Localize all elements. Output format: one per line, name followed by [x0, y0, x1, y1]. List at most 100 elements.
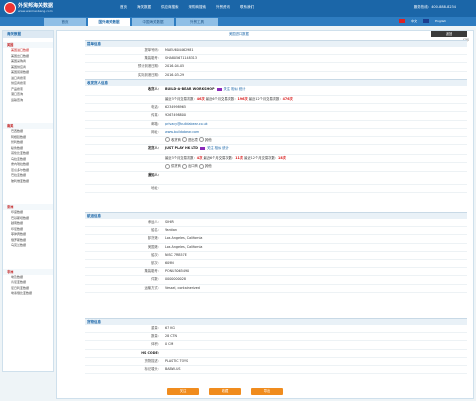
field-label: 电话：	[151, 105, 161, 110]
buyer-type-radios: 收货商 进出境 其他	[165, 137, 212, 144]
lang-en[interactable]: English	[435, 19, 446, 23]
top-nav-item[interactable]: 采购商搜索	[189, 5, 207, 10]
field-label: 承运人：	[147, 220, 161, 224]
top-nav-item[interactable]: 供应商搜索	[161, 5, 179, 10]
info-row: 最近3个月交易次数：46次 最近6个月交易次数：196次 最近12个月交易次数：…	[85, 96, 467, 105]
info-row: 件数： 0000000028	[85, 276, 467, 285]
top-nav-item[interactable]: 联系我们	[240, 5, 254, 10]
section-title: 提单信息	[85, 40, 467, 47]
shipper-stats: 最近3个月交易次数：4次 最近6个月交易次数：11次 最近12个月交易次数：18…	[165, 155, 286, 162]
field-value: Los Angeles, California	[165, 244, 203, 249]
action-buttons: 关注 收藏 导出	[167, 388, 283, 395]
radio-button[interactable]	[165, 163, 170, 169]
field-label: 提单号码：	[144, 48, 161, 52]
logo-text: 外贸邦海关数据	[18, 3, 54, 9]
info-row: 货物描述： PLASTIC TOYS	[85, 358, 467, 366]
radio-button[interactable]	[181, 163, 187, 169]
field-label: 实际到港日期：	[137, 72, 161, 77]
stat-value: 196次	[237, 97, 248, 101]
field-label: 件数：	[151, 277, 161, 282]
info-row: 重量： 67 KG	[85, 325, 467, 334]
stat-value: 46次	[196, 97, 205, 101]
field-label: 集装箱号：	[144, 56, 161, 61]
field-label: 货物描述：	[144, 358, 161, 363]
export-button[interactable]: 导出	[251, 388, 283, 395]
info-row: 卸货港： Los Angeles, California	[85, 235, 467, 244]
similar-link[interactable]: 相似	[215, 146, 222, 150]
back-button[interactable]: 返回	[431, 31, 467, 37]
similar-link[interactable]: 相似	[231, 87, 238, 91]
stat-label: 最近6个月交易次数：	[205, 97, 238, 101]
radio-label: 其他	[204, 137, 212, 142]
email-link[interactable]: privacy@buildabear.co.uk	[165, 121, 208, 128]
field-label: 地址：	[151, 185, 161, 190]
tab-china-customs[interactable]: 中国海关数据	[132, 18, 174, 26]
field-value: 67 KG	[165, 326, 175, 330]
stat-label: 最近12个月交易次数：	[248, 97, 283, 101]
vip-badge-icon	[216, 87, 222, 91]
radio-button[interactable]	[181, 137, 187, 143]
field-label: 标记唛头：	[144, 366, 161, 371]
follow-link[interactable]: 关注	[224, 87, 231, 91]
info-row: 运输方式： Vessel, containerized	[85, 285, 467, 293]
info-row: 数量： 28 CTN	[85, 333, 467, 342]
tab-foreign-customs[interactable]: 国外海关数据	[88, 18, 130, 26]
field-value: 2016-03-29	[165, 72, 185, 77]
info-row: 供货商 出口商 其他	[85, 163, 467, 172]
radio-button[interactable]	[198, 137, 204, 143]
website-link[interactable]: www.buildabear.com	[165, 129, 199, 136]
field-label: 美国港：	[147, 244, 161, 249]
lang-cn[interactable]: 中文	[411, 19, 417, 23]
section-title: 货物信息	[85, 318, 467, 325]
follow-button[interactable]: 关注	[167, 388, 199, 395]
uk-flag-icon[interactable]	[423, 19, 430, 23]
top-nav-item[interactable]: 外贸资讯	[216, 5, 230, 10]
info-row: 邮箱： privacy@buildabear.co.uk	[85, 121, 467, 129]
page-title: 美国进口数据	[229, 32, 249, 36]
top-bar: 外贸邦海关数据 www.waimaobang.com 首页 海关数据 供应商搜索…	[0, 0, 476, 17]
field-label: 集装箱号：	[144, 269, 161, 274]
radio-button[interactable]	[165, 137, 170, 143]
follow-link[interactable]: 关注	[207, 146, 214, 150]
field-label: 预计到港日期：	[137, 64, 161, 69]
main-panel: 美国进口数据 返回 打印 提单信息 提单号码：MAEU604462981 集装箱…	[56, 30, 474, 399]
info-row: 船名： Yantian	[85, 227, 467, 236]
radio-label: 收货商	[171, 137, 181, 142]
shipper-label: 发货人：	[147, 146, 161, 151]
info-row: 标记唛头： BABW-US	[85, 366, 467, 375]
tab-home[interactable]: 首页	[44, 18, 86, 26]
field-label: HS CODE：	[141, 350, 161, 355]
info-row: 最近3个月交易次数：4次 最近6个月交易次数：11次 最近12个月交易次数：18…	[85, 155, 467, 164]
info-row: 收货人： BUILD-A-BEAR WORKSHOP 关注 相似 统计	[85, 86, 467, 96]
china-flag-icon[interactable]	[399, 19, 406, 23]
top-nav-item[interactable]: 海关数据	[137, 5, 151, 10]
hotline: 服务热线：400-888-8234	[413, 5, 456, 9]
top-nav-item[interactable]: 首页	[120, 5, 127, 10]
info-row: 体积： 0 CM	[85, 341, 467, 350]
sidebar-item[interactable]: 运输查询	[3, 98, 53, 104]
buyer-name[interactable]: BUILD-A-BEAR WORKSHOP	[165, 87, 215, 91]
field-value: PONU3065490	[165, 269, 190, 274]
parties-section: 收发货人信息 收货人： BUILD-A-BEAR WORKSHOP 关注 相似 统…	[85, 79, 467, 193]
favorite-button[interactable]: 收藏	[209, 388, 241, 395]
sidebar-item[interactable]: 玻利维亚数据	[3, 179, 53, 185]
sidebar: 海关数据 美国 美国进口数据 美国出口数据 美国采购商 美国供应商 美国贸易数据…	[2, 30, 54, 372]
field-label: 体积：	[151, 342, 161, 347]
stats-link[interactable]: 统计	[239, 87, 246, 91]
tab-trade-tools[interactable]: 外贸工具	[176, 18, 218, 26]
radio-button[interactable]	[198, 163, 204, 169]
shipper-name[interactable]: JUST PLAY HK LTD	[165, 146, 198, 150]
bill-info-section: 提单信息 提单号码： MAEU604462981 集装箱号： SHA80567114…	[85, 40, 467, 80]
site-logo[interactable]: 外贸邦海关数据 www.waimaobang.com	[4, 2, 74, 14]
stats-link[interactable]: 统计	[222, 146, 229, 150]
field-label: 船名：	[151, 228, 161, 233]
field-value: Yantian	[165, 228, 177, 233]
info-row: 地址：	[85, 185, 467, 193]
info-row: 美国港： Los Angeles, California	[85, 244, 467, 252]
sidebar-item[interactable]: 埃塞俄比亚数据	[3, 291, 53, 297]
stat-label: 最近3个月交易次数：	[165, 97, 197, 101]
sidebar-item[interactable]: 乌克兰数据	[3, 243, 53, 249]
sidebar-title: 海关数据	[3, 31, 53, 38]
stat-value: 4次	[196, 156, 203, 161]
field-label: 船次：	[151, 252, 161, 257]
